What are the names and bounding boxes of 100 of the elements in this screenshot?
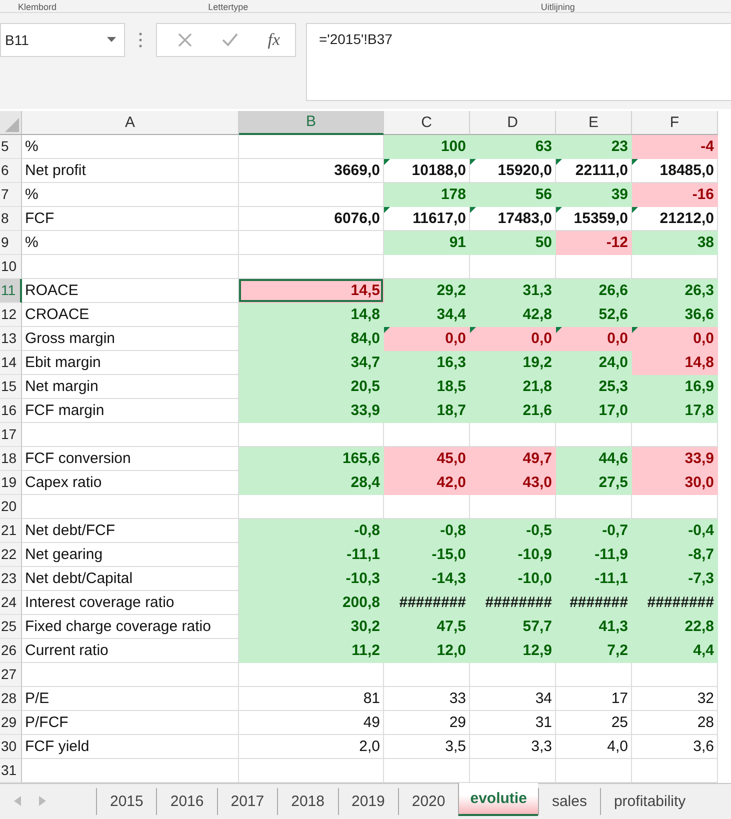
table-cell: -0,7 xyxy=(556,518,632,543)
corner-triangle-icon xyxy=(556,158,562,165)
column-header[interactable]: B xyxy=(239,110,384,135)
table-cell: 38 xyxy=(632,230,718,255)
row-header[interactable]: 29 xyxy=(0,710,22,735)
row-header[interactable]: 24 xyxy=(0,590,22,615)
column-header[interactable]: F xyxy=(632,110,718,135)
row-header[interactable]: 27 xyxy=(0,662,22,687)
row-label: Net margin xyxy=(24,377,100,398)
column-header[interactable]: C xyxy=(384,110,470,135)
corner-triangle-icon xyxy=(632,206,638,213)
sheet-tab[interactable]: evolutie xyxy=(458,782,538,816)
ribbon-group-label: Lettertype xyxy=(208,2,250,12)
table-cell: 34,4 xyxy=(384,302,470,327)
row-header[interactable]: 16 xyxy=(0,398,22,423)
table-cell: 12,9 xyxy=(470,638,556,663)
row-label: FCF xyxy=(24,209,56,230)
row-header[interactable]: 28 xyxy=(0,686,22,711)
row-header[interactable]: 23 xyxy=(0,566,22,591)
row-label: Net profit xyxy=(24,161,87,182)
table-cell: ######## xyxy=(632,590,718,615)
table-cell: 165,6 xyxy=(239,446,384,471)
row-label: Gross margin xyxy=(24,329,116,350)
table-cell: 57,7 xyxy=(470,614,556,639)
table-cell: 56 xyxy=(470,182,556,207)
row-header[interactable]: 8 xyxy=(0,206,22,231)
row-label: ROACE xyxy=(24,281,80,302)
cancel-icon[interactable] xyxy=(178,32,192,47)
row-header[interactable]: 13 xyxy=(0,326,22,351)
corner-triangle-icon xyxy=(470,158,476,165)
table-cell: 42,0 xyxy=(384,470,470,495)
corner-triangle-icon xyxy=(384,326,390,333)
row-header[interactable]: 18 xyxy=(0,446,22,471)
table-cell: -15,0 xyxy=(384,542,470,567)
table-cell: 16,3 xyxy=(384,350,470,375)
table-cell: 200,8 xyxy=(239,590,384,615)
ribbon-group-label: Klembord xyxy=(18,2,58,12)
row-header[interactable]: 11 xyxy=(0,278,22,303)
table-cell: ######## xyxy=(384,590,470,615)
row-header[interactable]: 20 xyxy=(0,494,22,519)
sheet-tab[interactable]: 2017 xyxy=(216,788,278,815)
select-all-corner[interactable] xyxy=(0,110,22,135)
table-cell: 49,7 xyxy=(470,446,556,471)
table-cell: 24,0 xyxy=(556,350,632,375)
column-header[interactable]: A xyxy=(22,110,239,135)
name-box[interactable]: B11 xyxy=(0,22,125,57)
row-label: FCF yield xyxy=(24,737,90,758)
table-cell: 27,5 xyxy=(556,470,632,495)
row-label: Net debt/FCF xyxy=(24,521,116,542)
corner-triangle-icon xyxy=(384,206,390,213)
sheet-tab[interactable]: 2019 xyxy=(338,788,398,815)
table-cell: 33,9 xyxy=(632,446,718,471)
scroll-right-icon[interactable] xyxy=(39,796,46,806)
table-cell: 17,8 xyxy=(632,398,718,423)
row-header[interactable]: 5 xyxy=(0,134,22,159)
row-label: % xyxy=(24,137,40,158)
row-label: Net gearing xyxy=(24,545,104,566)
table-cell: 0,0 xyxy=(384,326,470,351)
row-header[interactable]: 25 xyxy=(0,614,22,639)
table-cell: 43,0 xyxy=(470,470,556,495)
row-header[interactable]: 17 xyxy=(0,422,22,447)
table-cell: ####### xyxy=(556,590,632,615)
row-label: % xyxy=(24,185,40,206)
column-header[interactable]: E xyxy=(556,110,632,135)
insert-function-button[interactable]: fx xyxy=(268,30,280,50)
row-header[interactable]: 30 xyxy=(0,734,22,759)
sheet-tab[interactable]: sales xyxy=(538,788,600,815)
row-header[interactable]: 22 xyxy=(0,542,22,567)
row-header[interactable]: 15 xyxy=(0,374,22,399)
table-cell: 41,3 xyxy=(556,614,632,639)
table-cell: 29,2 xyxy=(384,278,470,303)
sheet-tab[interactable]: 2016 xyxy=(156,788,217,815)
row-header[interactable]: 19 xyxy=(0,470,22,495)
row-header[interactable]: 9 xyxy=(0,230,22,255)
row-header[interactable]: 31 xyxy=(0,758,22,783)
table-cell: 31,3 xyxy=(470,278,556,303)
table-cell: 28,4 xyxy=(239,470,384,495)
row-header[interactable]: 12 xyxy=(0,302,22,327)
row-header[interactable]: 10 xyxy=(0,254,22,279)
row-label: % xyxy=(24,233,40,254)
check-icon[interactable] xyxy=(222,32,238,47)
row-header[interactable]: 26 xyxy=(0,638,22,663)
table-cell: 20,5 xyxy=(239,374,384,399)
row-header[interactable]: 14 xyxy=(0,350,22,375)
table-cell: 14,8 xyxy=(239,302,384,327)
sheet-tab[interactable]: 2018 xyxy=(277,788,338,815)
sheet-tab[interactable]: 2015 xyxy=(96,788,156,815)
scroll-left-icon[interactable] xyxy=(14,796,21,806)
dropdown-caret-icon xyxy=(107,37,116,42)
table-cell: 47,5 xyxy=(384,614,470,639)
row-header[interactable]: 6 xyxy=(0,158,22,183)
row-label: FCF conversion xyxy=(24,449,132,470)
row-header[interactable]: 7 xyxy=(0,182,22,207)
sheet-tab[interactable]: profitability xyxy=(600,788,699,815)
formula-field[interactable]: ='2015'!B37 xyxy=(306,22,731,101)
table-cell: 52,6 xyxy=(556,302,632,327)
table-cell: 26,3 xyxy=(632,278,718,303)
row-header[interactable]: 21 xyxy=(0,518,22,543)
table-cell: 7,2 xyxy=(556,638,632,663)
column-header[interactable]: D xyxy=(470,110,556,135)
